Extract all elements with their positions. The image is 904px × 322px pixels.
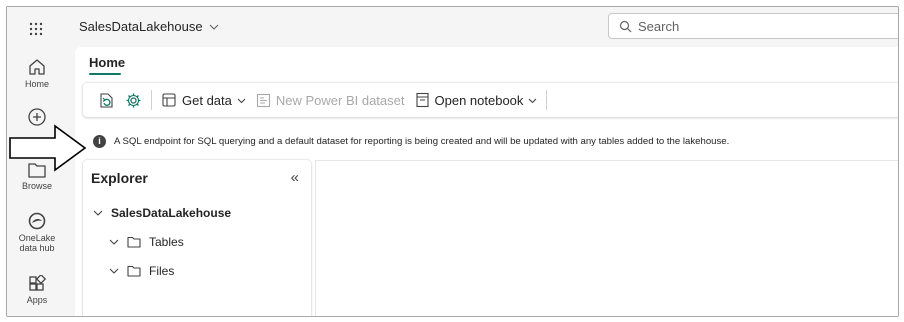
new-dataset-label: New Power BI dataset	[275, 92, 405, 108]
rail-item-apps[interactable]: Apps	[7, 275, 67, 305]
tab-home[interactable]: Home	[89, 55, 125, 70]
refresh-button[interactable]	[93, 87, 120, 113]
tree-item-files[interactable]: Files	[109, 264, 174, 278]
search-icon	[619, 20, 632, 32]
notebook-icon	[415, 92, 429, 108]
rail-label-home: Home	[24, 79, 49, 89]
new-dataset-button[interactable]: New Power BI dataset	[251, 87, 410, 113]
info-message-bar: i A SQL endpoint for SQL querying and a …	[83, 129, 898, 153]
open-notebook-button[interactable]: Open notebook	[410, 87, 543, 113]
rail-item-onelake[interactable]: OneLake data hub	[7, 211, 67, 253]
explorer-pane: Explorer « SalesDataLakehouse Tables Fil…	[83, 160, 311, 316]
toolbar-divider	[546, 90, 548, 110]
refresh-document-icon	[100, 92, 113, 108]
app-window: Home Browse OneLake data hub Apps SalesD…	[6, 6, 899, 317]
gear-icon	[126, 93, 141, 107]
info-message: A SQL endpoint for SQL querying and a de…	[114, 135, 730, 147]
get-data-button[interactable]: Get data	[156, 87, 251, 113]
folder-icon	[127, 236, 141, 248]
explorer-title: Explorer	[91, 170, 148, 186]
tab-home-indicator	[89, 73, 121, 75]
get-data-label: Get data	[182, 92, 232, 108]
main-panel: Home Get data New Power BI dataset Open …	[75, 47, 898, 316]
rail-label-browse: Browse	[21, 181, 52, 191]
info-icon: i	[93, 134, 106, 148]
ribbon-toolbar: Get data New Power BI dataset Open noteb…	[83, 83, 898, 117]
toolbar-divider	[151, 90, 152, 110]
open-notebook-label: Open notebook	[434, 92, 524, 108]
tree-item-label: Tables	[149, 235, 184, 249]
search-placeholder: Search	[638, 18, 680, 34]
chevron-down-icon	[109, 268, 119, 274]
settings-button[interactable]	[120, 87, 147, 113]
tree-item-label: Files	[149, 264, 175, 278]
onelake-icon	[28, 212, 46, 230]
rail-label-onelake: OneLake data hub	[18, 233, 56, 253]
chevron-down-icon	[237, 98, 246, 103]
top-bar: SalesDataLakehouse Search	[67, 7, 898, 47]
rail-label-apps: Apps	[26, 295, 48, 305]
home-icon	[29, 59, 45, 75]
folder-icon	[127, 265, 141, 277]
workspace-title: SalesDataLakehouse	[79, 19, 203, 34]
dataset-icon	[256, 93, 270, 107]
app-launcher-icon[interactable]	[21, 15, 51, 43]
tree-item-tables[interactable]: Tables	[109, 235, 184, 249]
chevron-down-icon	[93, 210, 103, 216]
content-canvas	[315, 160, 898, 316]
collapse-pane-icon[interactable]: «	[291, 169, 299, 186]
tree-item-lakehouse[interactable]: SalesDataLakehouse	[93, 206, 231, 220]
rail-item-home[interactable]: Home	[7, 57, 67, 89]
callout-arrow-icon	[9, 124, 87, 172]
chevron-down-icon	[209, 24, 218, 30]
apps-icon	[29, 275, 46, 291]
workspace-switcher[interactable]: SalesDataLakehouse	[79, 19, 219, 34]
chevron-down-icon	[529, 98, 537, 103]
search-box[interactable]: Search	[608, 13, 898, 39]
chevron-down-icon	[109, 239, 119, 245]
table-database-icon	[162, 93, 176, 107]
tree-item-label: SalesDataLakehouse	[111, 206, 232, 220]
